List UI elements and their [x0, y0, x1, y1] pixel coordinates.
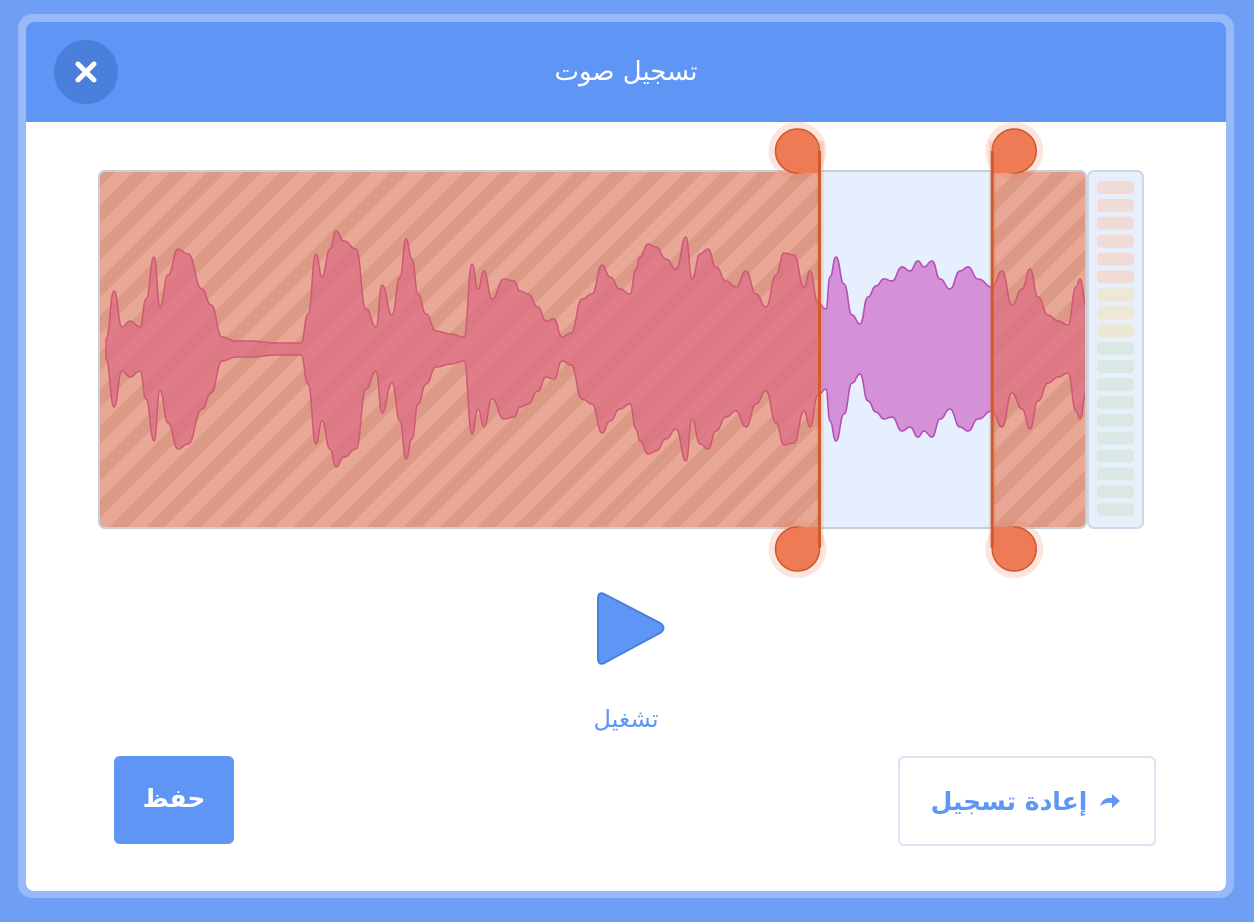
level-meter-segment — [1097, 467, 1134, 481]
level-meter-segment — [1097, 234, 1134, 248]
level-meter-segment — [1097, 306, 1134, 320]
level-meter-segment — [1097, 395, 1134, 409]
level-meter-segment — [1097, 503, 1134, 517]
save-button[interactable]: حفظ — [114, 756, 234, 844]
level-meter-segment — [1097, 342, 1134, 356]
play-icon — [597, 592, 665, 665]
level-meter-segment — [1097, 449, 1134, 463]
level-meter-segment — [1097, 198, 1134, 212]
level-meter-segment — [1097, 324, 1134, 338]
rerecord-label: إعادة تسجيل — [930, 786, 1088, 816]
level-meter-segment — [1097, 431, 1134, 445]
record-sound-dialog: تسجيل صوت تشغيل حفظ إعادة تسجيل — [26, 22, 1226, 891]
rerecord-button[interactable]: إعادة تسجيل — [898, 756, 1156, 846]
level-meter-segment — [1097, 485, 1134, 499]
level-meter-segment — [1097, 360, 1134, 373]
redo-arrow-icon — [1100, 794, 1121, 808]
play-label: تشغيل — [593, 705, 659, 733]
level-meter-segment — [1097, 216, 1134, 230]
top-knob-notch — [797, 151, 820, 173]
bottom-knob-notch — [797, 527, 820, 549]
play-button[interactable] — [597, 592, 665, 665]
trim-line — [818, 151, 822, 548]
trim-line — [990, 151, 994, 548]
level-meter-segment — [1097, 252, 1134, 266]
level-meter-segment — [1097, 288, 1134, 302]
level-meter-segment — [1097, 181, 1134, 194]
level-meter-segment — [1097, 413, 1134, 427]
level-meter-segment — [1097, 270, 1134, 284]
level-meter-segment — [1097, 377, 1134, 391]
